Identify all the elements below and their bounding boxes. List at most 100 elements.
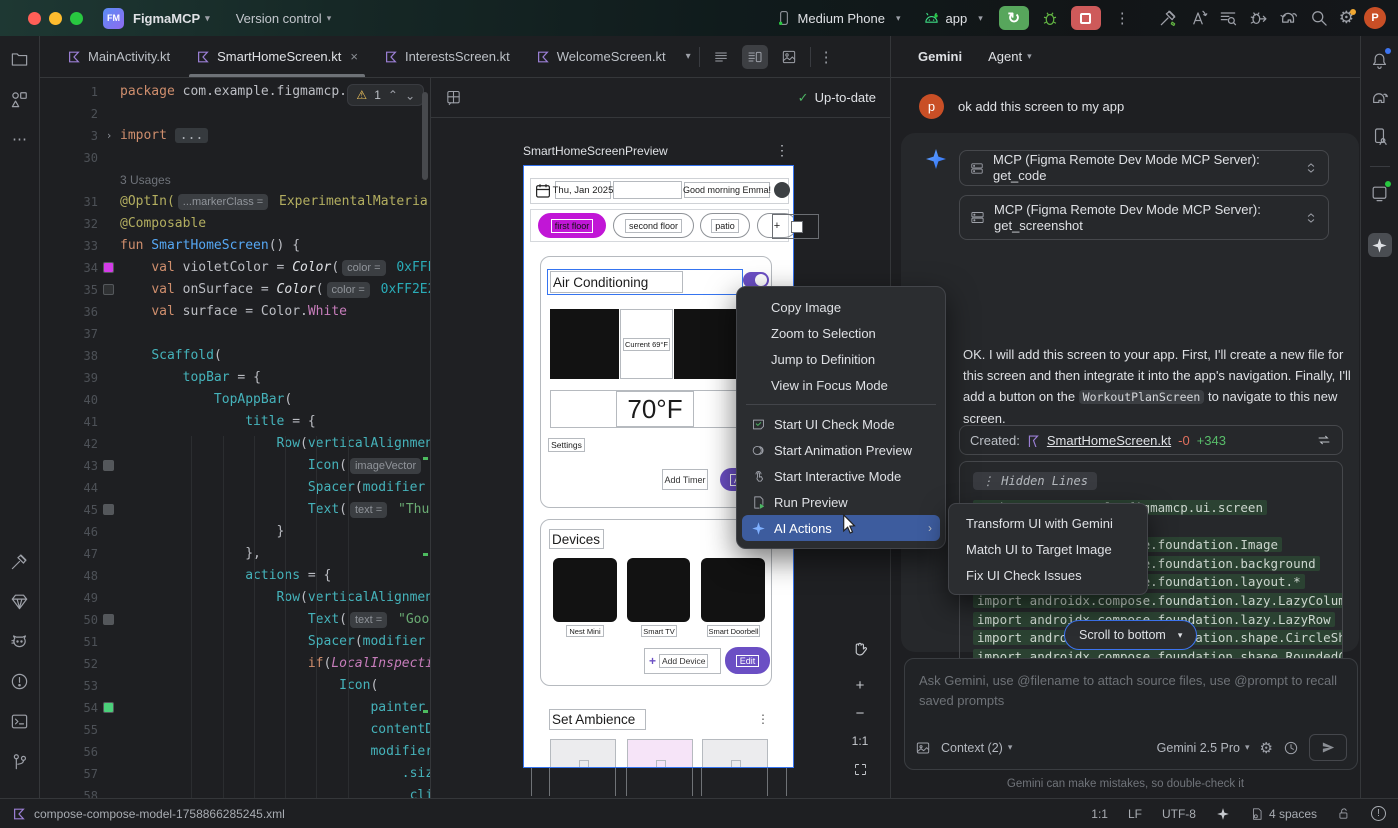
tab-mainactivity[interactable]: MainActivity.kt: [54, 36, 183, 77]
unlock-icon[interactable]: [1337, 806, 1351, 821]
menu-item-jump-to-definition[interactable]: Jump to Definition: [742, 346, 940, 372]
selection-handle[interactable]: [791, 221, 803, 233]
find-in-logs-icon[interactable]: [1218, 8, 1238, 28]
code-view-button[interactable]: [708, 45, 734, 69]
prev-issue-chevron[interactable]: ⌃: [388, 88, 398, 102]
send-button[interactable]: [1309, 734, 1347, 761]
code-line: 46 }: [40, 521, 430, 543]
diff-icon[interactable]: [1316, 432, 1332, 448]
tab-welcomescreen[interactable]: WelcomeScreen.kt: [523, 36, 679, 77]
pan-tool-button[interactable]: [847, 636, 873, 662]
gradle-button[interactable]: [1368, 86, 1392, 110]
problems-button[interactable]: [8, 669, 32, 693]
gemini-tool-button[interactable]: [1368, 233, 1392, 257]
kotlin-file-icon: [1027, 434, 1040, 447]
chevron-down-icon: ▾: [896, 13, 901, 24]
build-tool-button[interactable]: [8, 549, 32, 573]
attach-debugger-icon[interactable]: [1248, 8, 1268, 28]
context-selector[interactable]: Context (2)▾: [941, 741, 1012, 755]
tab-interestsscreen[interactable]: InterestsScreen.kt: [371, 36, 523, 77]
stop-button[interactable]: [1071, 6, 1101, 30]
mode-selector[interactable]: Agent▾: [988, 49, 1032, 64]
menu-item-view-in-focus-mode[interactable]: View in Focus Mode: [742, 372, 940, 398]
tool-call-card[interactable]: MCP (Figma Remote Dev Mode MCP Server): …: [959, 150, 1329, 186]
terminal-button[interactable]: [8, 709, 32, 733]
device-name: Smart TV: [641, 625, 677, 637]
indent-widget[interactable]: 4 spaces: [1250, 807, 1317, 821]
maximize-window-button[interactable]: [70, 12, 83, 25]
zoom-level-button[interactable]: 1:1: [847, 728, 873, 754]
menu-item-start-animation-preview[interactable]: Start Animation Preview: [742, 437, 940, 463]
error-highlight-icon[interactable]: !: [1371, 806, 1386, 821]
prompt-input[interactable]: Ask Gemini, use @filename to attach sour…: [904, 658, 1358, 770]
code-line: 48 actions = {: [40, 565, 430, 587]
menu-item-start-ui-check[interactable]: Start UI Check Mode: [742, 411, 940, 437]
submenu-item-match-ui[interactable]: Match UI to Target Image: [954, 536, 1142, 562]
next-issue-chevron[interactable]: ⌃: [405, 88, 415, 102]
split-view-button[interactable]: [742, 45, 768, 69]
code-line: 37: [40, 323, 430, 345]
avatar: [774, 182, 790, 198]
rerun-button[interactable]: ↻: [999, 6, 1029, 30]
preview-options-kebab[interactable]: ⋮: [775, 142, 789, 159]
menu-item-copy-image[interactable]: Copy Image: [742, 294, 940, 320]
submenu-item-fix-ui-check[interactable]: Fix UI Check Issues: [954, 562, 1142, 588]
device-selector[interactable]: Medium Phone▾: [776, 10, 901, 26]
user-avatar[interactable]: P: [1364, 7, 1386, 29]
animation-icon: [750, 442, 766, 458]
submenu-item-transform-ui[interactable]: Transform UI with Gemini: [954, 510, 1142, 536]
file-encoding[interactable]: UTF-8: [1162, 807, 1196, 821]
debug-button[interactable]: [1041, 9, 1059, 27]
search-everywhere-icon[interactable]: [1309, 8, 1329, 28]
line-separator[interactable]: LF: [1128, 807, 1142, 821]
spark-icon[interactable]: [1216, 807, 1230, 821]
attach-image-icon[interactable]: [915, 740, 931, 756]
editor-scrollbar[interactable]: [422, 92, 428, 180]
device-mirror-button[interactable]: [1368, 124, 1392, 148]
menu-item-run-preview[interactable]: Run Preview: [742, 489, 940, 515]
design-view-button[interactable]: [776, 45, 802, 69]
history-icon[interactable]: [1283, 740, 1299, 756]
logcat-button[interactable]: [8, 629, 32, 653]
caret-position[interactable]: 1:1: [1091, 807, 1108, 821]
app-quality-insights-button[interactable]: [8, 589, 32, 613]
build-icon[interactable]: [1158, 8, 1178, 28]
project-tool-button[interactable]: [8, 47, 32, 71]
preview-layout-icon[interactable]: [445, 89, 462, 106]
code-editor[interactable]: 1package com.example.figmamcp.u23›import…: [40, 78, 430, 798]
sync-a-icon[interactable]: [1188, 8, 1208, 28]
model-selector[interactable]: Gemini 2.5 Pro▾: [1157, 741, 1250, 755]
close-tab-icon[interactable]: ×: [350, 49, 358, 64]
tab-smarthomescreen[interactable]: SmartHomeScreen.kt ×: [183, 36, 371, 77]
more-actions-kebab[interactable]: ⋮: [1115, 9, 1130, 27]
editor-options-kebab[interactable]: ⋮: [819, 48, 834, 66]
preview-status[interactable]: ✓ Up-to-date: [798, 90, 876, 106]
running-devices-button[interactable]: [1368, 181, 1392, 205]
gemini-settings-icon[interactable]: ⚙: [1260, 739, 1273, 757]
zoom-fit-button[interactable]: [847, 756, 873, 782]
tool-call-card[interactable]: MCP (Figma Remote Dev Mode MCP Server): …: [959, 195, 1329, 240]
component-selection-box[interactable]: [772, 214, 819, 239]
menu-item-start-interactive-mode[interactable]: Start Interactive Mode: [742, 463, 940, 489]
close-window-button[interactable]: [28, 12, 41, 25]
preview-context-menu: Copy Image Zoom to Selection Jump to Def…: [736, 286, 946, 549]
inspections-widget[interactable]: ⚠ 1 ⌃ ⌃: [347, 84, 424, 106]
created-file-link[interactable]: SmartHomeScreen.kt: [1047, 433, 1171, 448]
run-config-selector[interactable]: app▾: [923, 11, 983, 26]
zoom-out-button[interactable]: −: [847, 700, 873, 726]
resource-manager-button[interactable]: [8, 87, 32, 111]
hidden-lines-chip[interactable]: ⋮ Hidden Lines: [973, 472, 1097, 490]
version-control-button[interactable]: [8, 749, 32, 773]
vcs-selector[interactable]: Version control▾: [236, 11, 332, 26]
zoom-in-button[interactable]: +: [847, 672, 873, 698]
project-selector[interactable]: FigmaMCP▾: [133, 11, 210, 26]
menu-item-zoom-to-selection[interactable]: Zoom to Selection: [742, 320, 940, 346]
scroll-to-bottom-button[interactable]: Scroll to bottom ▾: [1064, 620, 1197, 650]
more-tools-button[interactable]: ⋯: [8, 127, 32, 151]
settings-icon[interactable]: ⚙: [1339, 8, 1354, 28]
minimize-window-button[interactable]: [49, 12, 62, 25]
tab-overflow-chevron[interactable]: ▾: [686, 51, 691, 62]
gradle-sync-icon[interactable]: [1278, 8, 1299, 28]
notifications-button[interactable]: [1368, 48, 1392, 72]
mcp-server-icon: [970, 161, 984, 176]
